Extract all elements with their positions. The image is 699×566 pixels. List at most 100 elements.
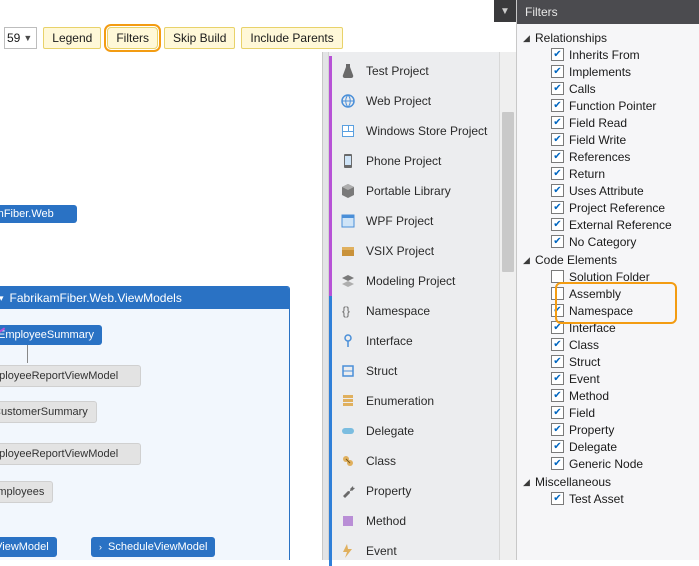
filter-item-implements[interactable]: Implements <box>551 63 699 80</box>
expand-icon: ◢ <box>523 477 535 488</box>
filter-item-struct[interactable]: Struct <box>551 353 699 370</box>
toolbox-item-delegate[interactable]: Delegate <box>329 416 516 446</box>
group-header[interactable]: ▾ FabrikamFiber.Web.ViewModels <box>0 287 289 309</box>
checkbox[interactable] <box>551 99 564 112</box>
checkbox[interactable] <box>551 270 564 283</box>
checkbox[interactable] <box>551 355 564 368</box>
filter-item-field-write[interactable]: Field Write <box>551 131 699 148</box>
toolbox-item-windows-store-project[interactable]: Windows Store Project <box>329 116 516 146</box>
filter-item-project-reference[interactable]: Project Reference <box>551 199 699 216</box>
checkbox[interactable] <box>551 65 564 78</box>
panel-dropdown-toggle[interactable]: ▼ <box>494 0 516 22</box>
filter-item-calls[interactable]: Calls <box>551 80 699 97</box>
accent-bar <box>329 476 332 506</box>
checkbox[interactable] <box>551 201 564 214</box>
toolbox-item-enumeration[interactable]: Enumeration <box>329 386 516 416</box>
scroll-thumb[interactable] <box>502 112 514 272</box>
skip-build-button[interactable]: Skip Build <box>164 27 235 49</box>
checkbox[interactable] <box>551 150 564 163</box>
checkbox[interactable] <box>551 389 564 402</box>
filter-section-header[interactable]: ◢Code Elements <box>523 252 699 268</box>
checkbox[interactable] <box>551 338 564 351</box>
group-viewmodels[interactable]: ▾ FabrikamFiber.Web.ViewModels › Employe… <box>0 286 290 560</box>
toolbox-item-interface[interactable]: Interface <box>329 326 516 356</box>
filter-item-interface[interactable]: Interface <box>551 319 699 336</box>
filter-item-test-asset[interactable]: Test Asset <box>551 490 699 507</box>
checkbox[interactable] <box>551 235 564 248</box>
node-customer-summary[interactable]: tCustomerSummary <box>0 401 97 423</box>
checkbox[interactable] <box>551 184 564 197</box>
toolbox-item-wpf-project[interactable]: WPF Project <box>329 206 516 236</box>
node-report-vm-2[interactable]: mployeeReportViewModel <box>0 443 141 465</box>
filter-item-references[interactable]: References <box>551 148 699 165</box>
filter-item-method[interactable]: Method <box>551 387 699 404</box>
node-employee-summary[interactable]: › EmployeeSummary <box>0 325 102 345</box>
toolbox-item-class[interactable]: Class <box>329 446 516 476</box>
scrollbar[interactable] <box>499 52 516 560</box>
toolbox-item-portable-library[interactable]: Portable Library <box>329 176 516 206</box>
toolbox-item-method[interactable]: Method <box>329 506 516 536</box>
accent-bar <box>329 536 332 566</box>
filter-item-delegate[interactable]: Delegate <box>551 438 699 455</box>
accent-bar <box>329 506 332 536</box>
zoom-dropdown[interactable]: 59 ▼ <box>4 27 37 49</box>
filter-item-solution-folder[interactable]: Solution Folder <box>551 268 699 285</box>
filter-item-function-pointer[interactable]: Function Pointer <box>551 97 699 114</box>
checkbox[interactable] <box>551 304 564 317</box>
checkbox[interactable] <box>551 492 564 505</box>
checkbox[interactable] <box>551 82 564 95</box>
include-parents-button[interactable]: Include Parents <box>241 27 342 49</box>
filter-item-generic-node[interactable]: Generic Node <box>551 455 699 472</box>
class-icon <box>338 451 358 471</box>
toolbox-item-struct[interactable]: Struct <box>329 356 516 386</box>
checkbox[interactable] <box>551 440 564 453</box>
filter-item-property[interactable]: Property <box>551 421 699 438</box>
toolbox-item-vsix-project[interactable]: VSIX Project <box>329 236 516 266</box>
legend-button[interactable]: Legend <box>43 27 101 49</box>
node-schedule-vm[interactable]: › ScheduleViewModel <box>91 537 215 557</box>
filter-item-inherits-from[interactable]: Inherits From <box>551 46 699 63</box>
checkbox[interactable] <box>551 116 564 129</box>
checkbox[interactable] <box>551 457 564 470</box>
toolbox-item-modeling-project[interactable]: Modeling Project <box>329 266 516 296</box>
filter-item-assembly[interactable]: Assembly <box>551 285 699 302</box>
checkbox[interactable] <box>551 423 564 436</box>
checkbox[interactable] <box>551 321 564 334</box>
filter-section-header[interactable]: ◢Miscellaneous <box>523 474 699 490</box>
checkbox[interactable] <box>551 167 564 180</box>
toolbox-item-label: Windows Store Project <box>366 124 487 138</box>
toolbox-item-test-project[interactable]: Test Project <box>329 56 516 86</box>
toolbox-item-property[interactable]: Property <box>329 476 516 506</box>
filter-item-uses-attribute[interactable]: Uses Attribute <box>551 182 699 199</box>
wrench-icon <box>338 481 358 501</box>
node-nviewmodel[interactable]: nViewModel <box>0 537 57 557</box>
node-employees[interactable]: Employees <box>0 481 53 503</box>
node-fabrikamfiber-web[interactable]: ıkamFiber.Web <box>0 205 77 223</box>
checkbox[interactable] <box>551 133 564 146</box>
filter-section-header[interactable]: ◢Relationships <box>523 30 699 46</box>
filter-item-field[interactable]: Field <box>551 404 699 421</box>
lolli-icon <box>338 331 358 351</box>
checkbox[interactable] <box>551 48 564 61</box>
filters-button[interactable]: Filters <box>107 27 158 49</box>
filter-item-no-category[interactable]: No Category <box>551 233 699 250</box>
toolbox-item-event[interactable]: Event <box>329 536 516 566</box>
checkbox[interactable] <box>551 218 564 231</box>
code-map-canvas[interactable]: ıkamFiber.Web ▾ FabrikamFiber.Web.ViewMo… <box>0 52 322 560</box>
toolbox-item-phone-project[interactable]: Phone Project <box>329 146 516 176</box>
node-report-vm-1[interactable]: mployeeReportViewModel <box>0 365 141 387</box>
svg-text:{}: {} <box>342 304 350 318</box>
toolbox-item-web-project[interactable]: Web Project <box>329 86 516 116</box>
filter-item-namespace[interactable]: Namespace <box>551 302 699 319</box>
filter-item-field-read[interactable]: Field Read <box>551 114 699 131</box>
toolbox-item-namespace[interactable]: {}Namespace <box>329 296 516 326</box>
checkbox[interactable] <box>551 406 564 419</box>
filter-item-label: Interface <box>569 321 616 335</box>
filter-item-class[interactable]: Class <box>551 336 699 353</box>
filter-item-event[interactable]: Event <box>551 370 699 387</box>
toolbox-panel: Test ProjectWeb Project Windows Store Pro… <box>322 52 516 560</box>
filter-item-external-reference[interactable]: External Reference <box>551 216 699 233</box>
checkbox[interactable] <box>551 372 564 385</box>
filter-item-return[interactable]: Return <box>551 165 699 182</box>
checkbox[interactable] <box>551 287 564 300</box>
